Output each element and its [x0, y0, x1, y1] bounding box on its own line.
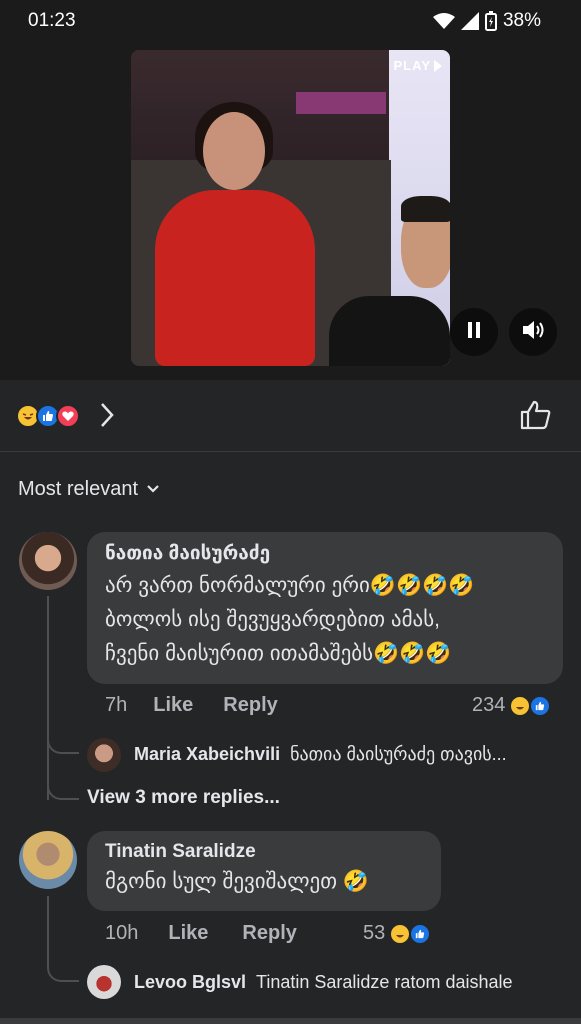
- video-player[interactable]: PLAY: [131, 50, 450, 366]
- reaction-summary[interactable]: [16, 404, 80, 428]
- like-button[interactable]: [520, 400, 552, 435]
- reply-button[interactable]: Reply: [223, 694, 277, 717]
- chevron-right-icon[interactable]: [100, 402, 114, 433]
- comment-line: ჩვენი მაისურით ითამაშებს🤣🤣🤣: [105, 642, 452, 665]
- comment-time: 7h: [105, 694, 128, 716]
- chevron-down-icon: [146, 481, 160, 499]
- comment-line: მგონი სულ შევიშალეთ 🤣: [105, 870, 370, 893]
- love-reaction-icon: [56, 404, 80, 428]
- comment-line: არ ვართ ნორმალური ერი🤣🤣🤣🤣: [105, 574, 475, 597]
- comment-actions: 10h Like Reply: [105, 922, 297, 945]
- like-comment-button[interactable]: Like: [168, 922, 208, 945]
- reply-author[interactable]: Maria Xabeichvili: [134, 744, 280, 765]
- reply-text: Tinatin Saralidze ratom daishale: [256, 972, 513, 992]
- signal-icon: [460, 12, 479, 30]
- reply-preview[interactable]: Levoo Bglsvl Tinatin Saralidze ratom dai…: [134, 972, 564, 993]
- reaction-count-number: 53: [363, 922, 386, 944]
- comment-author[interactable]: Tinatin Saralidze: [105, 841, 423, 863]
- battery-icon: [484, 11, 497, 31]
- thread-line: [47, 896, 79, 982]
- play-badge-label: PLAY: [393, 58, 431, 73]
- comment-author[interactable]: ნათია მაისურაძე: [105, 542, 545, 565]
- avatar[interactable]: [19, 532, 77, 590]
- volume-icon: [521, 319, 545, 346]
- comment-text: მგონი სულ შევიშალეთ 🤣: [105, 865, 423, 899]
- bottom-divider: [0, 1018, 581, 1024]
- reaction-count-number: 234: [472, 694, 506, 716]
- comment-text: არ ვართ ნორმალური ერი🤣🤣🤣🤣 ბოლოს ისე შევუ…: [105, 569, 545, 671]
- avatar[interactable]: [19, 831, 77, 889]
- status-time: 01:23: [28, 10, 76, 31]
- play-badge: PLAY: [394, 58, 442, 73]
- comment-time: 10h: [105, 922, 139, 944]
- wifi-icon: [432, 12, 455, 30]
- reply-text: ნათია მაისურაძე თავის...: [290, 744, 507, 764]
- reply-button[interactable]: Reply: [242, 922, 296, 945]
- avatar[interactable]: [87, 738, 121, 772]
- battery-percent: 38%: [502, 10, 541, 31]
- comment-bubble[interactable]: ნათია მაისურაძე არ ვართ ნორმალური ერი🤣🤣🤣…: [87, 532, 563, 684]
- like-reaction-icon: [409, 922, 432, 945]
- reply-preview[interactable]: Maria Xabeichvili ნათია მაისურაძე თავის.…: [134, 744, 564, 765]
- avatar[interactable]: [87, 965, 121, 999]
- reply-author[interactable]: Levoo Bglsvl: [134, 972, 246, 993]
- status-icons: 38%: [432, 10, 541, 32]
- reactions-bar: [0, 380, 581, 452]
- comment-actions: 7h Like Reply: [105, 694, 278, 717]
- like-comment-button[interactable]: Like: [153, 694, 193, 717]
- reaction-count[interactable]: 234: [472, 694, 552, 717]
- media-area: PLAY: [0, 42, 581, 380]
- pause-icon: [467, 321, 481, 344]
- view-more-replies-link[interactable]: View 3 more replies...: [87, 787, 280, 809]
- comment-bubble[interactable]: Tinatin Saralidze მგონი სულ შევიშალეთ 🤣: [87, 831, 441, 911]
- like-reaction-icon: [529, 694, 552, 717]
- comment-line: ბოლოს ისე შევუყვარდებით ამას,: [105, 608, 441, 631]
- pause-button[interactable]: [450, 308, 498, 356]
- volume-button[interactable]: [509, 308, 557, 356]
- status-bar: 01:23 38%: [0, 0, 581, 42]
- haha-reaction-icon: [509, 694, 532, 717]
- haha-reaction-icon: [389, 922, 412, 945]
- reaction-count[interactable]: 53: [363, 922, 432, 945]
- filter-label: Most relevant: [18, 478, 139, 500]
- play-icon: [434, 59, 442, 72]
- comment-filter[interactable]: Most relevant: [18, 478, 160, 501]
